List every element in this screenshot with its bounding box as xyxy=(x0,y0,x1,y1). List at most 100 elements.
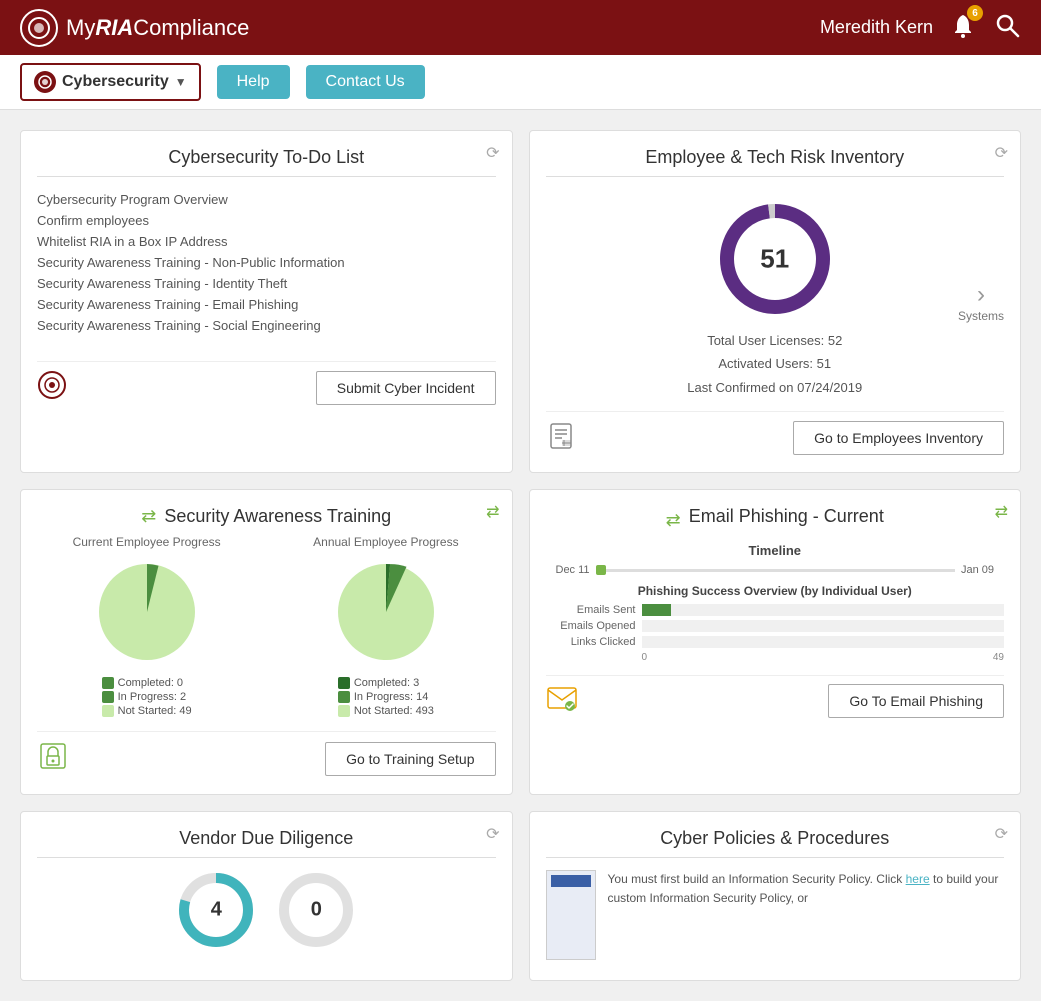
sat-refresh-icon[interactable]: ⇄ xyxy=(486,502,499,522)
sat-card: ⇄ ⇄ Security Awareness Training Current … xyxy=(20,489,513,795)
emails-opened-track xyxy=(642,620,1005,632)
phishing-card-title: Email Phishing - Current xyxy=(689,506,884,527)
x-axis-min: 0 xyxy=(642,652,648,663)
list-item[interactable]: Whitelist RIA in a Box IP Address xyxy=(37,231,496,252)
vendor-refresh-icon[interactable]: ⟳ xyxy=(486,824,499,844)
vendor-donut-2-value: 0 xyxy=(311,899,322,922)
policies-document-preview xyxy=(546,870,596,960)
policies-text: You must first build an Information Secu… xyxy=(608,870,1005,908)
phishing-title-row: ⇄ Email Phishing - Current xyxy=(546,506,1005,535)
vendor-card-title: Vendor Due Diligence xyxy=(37,828,496,858)
emails-opened-label: Emails Opened xyxy=(546,620,636,632)
policies-card-title: Cyber Policies & Procedures xyxy=(546,828,1005,858)
policies-card: Cyber Policies & Procedures ⟳ You must f… xyxy=(529,811,1022,981)
cybersecurity-nav[interactable]: Cybersecurity ▼ xyxy=(20,63,201,101)
timeline-marker xyxy=(596,565,606,575)
sat-current-pie xyxy=(92,557,202,667)
phishing-refresh-icon[interactable]: ⇄ xyxy=(995,502,1008,522)
sat-current-col: Current Employee Progress Completed: 0 I… xyxy=(37,535,256,719)
vendor-donut-2: 0 xyxy=(276,870,356,950)
risk-donut-value: 51 xyxy=(760,244,789,275)
chevron-down-icon: ▼ xyxy=(175,75,187,89)
main-content: Cybersecurity To-Do List ⟳ Cybersecurity… xyxy=(0,110,1041,1001)
vendor-donut-1-value: 4 xyxy=(211,899,222,922)
inventory-icon xyxy=(546,420,576,456)
sat-body: Current Employee Progress Completed: 0 I… xyxy=(37,535,496,719)
header-left: MyRIACompliance xyxy=(20,9,249,47)
sat-title-row: ⇄ Security Awareness Training xyxy=(37,506,496,527)
timeline-bar: Dec 11 Jan 09 xyxy=(546,564,1005,576)
timeline-track xyxy=(596,569,955,572)
policies-card-body: You must first build an Information Secu… xyxy=(546,870,1005,964)
go-to-employees-inventory-button[interactable]: Go to Employees Inventory xyxy=(793,421,1004,455)
emails-opened-row: Emails Opened xyxy=(546,620,1005,632)
phishing-card: ⇄ ⇄ Email Phishing - Current Timeline De… xyxy=(529,489,1022,795)
notifications-bell[interactable]: 6 xyxy=(949,11,977,44)
cyber-shield-icon xyxy=(37,370,67,406)
contact-button[interactable]: Contact Us xyxy=(306,65,425,99)
logo-icon xyxy=(20,9,58,47)
app-logo-text: MyRIACompliance xyxy=(66,15,249,41)
todo-card-title: Cybersecurity To-Do List xyxy=(37,147,496,177)
risk-refresh-icon[interactable]: ⟳ xyxy=(995,143,1008,163)
phishing-email-icon xyxy=(546,684,578,718)
vendor-donut-1: 4 xyxy=(176,870,256,950)
links-clicked-row: Links Clicked xyxy=(546,636,1005,648)
go-to-training-setup-button[interactable]: Go to Training Setup xyxy=(325,742,495,776)
sat-current-label: Current Employee Progress xyxy=(73,535,221,549)
help-button[interactable]: Help xyxy=(217,65,290,99)
todo-card: Cybersecurity To-Do List ⟳ Cybersecurity… xyxy=(20,130,513,473)
risk-card: Employee & Tech Risk Inventory ⟳ 51 Tota… xyxy=(529,130,1022,473)
sat-card-footer: Go to Training Setup xyxy=(37,731,496,778)
policies-link[interactable]: here xyxy=(906,872,930,886)
sat-sync-icon: ⇄ xyxy=(141,506,156,527)
vendor-donuts: 4 0 xyxy=(37,870,496,950)
links-clicked-label: Links Clicked xyxy=(546,636,636,648)
risk-card-footer: Go to Employees Inventory xyxy=(546,411,1005,456)
sat-annual-col: Annual Employee Progress Completed: 3 In… xyxy=(276,535,495,719)
systems-arrow[interactable]: › Systems xyxy=(958,281,1004,323)
notification-count: 6 xyxy=(967,5,983,21)
phishing-card-footer: Go To Email Phishing xyxy=(546,675,1005,718)
phishing-overview-title: Phishing Success Overview (by Individual… xyxy=(546,584,1005,598)
x-axis-max: 49 xyxy=(993,652,1004,663)
search-icon[interactable] xyxy=(993,11,1021,44)
cybersecurity-nav-label: Cybersecurity xyxy=(62,73,169,91)
risk-card-title: Employee & Tech Risk Inventory xyxy=(546,147,1005,177)
sat-annual-pie xyxy=(331,557,441,667)
policies-refresh-icon[interactable]: ⟳ xyxy=(995,824,1008,844)
sat-annual-label: Annual Employee Progress xyxy=(313,535,458,549)
header-right: Meredith Kern 6 xyxy=(820,11,1021,44)
header: MyRIACompliance Meredith Kern 6 xyxy=(0,0,1041,55)
todo-list: Cybersecurity Program Overview Confirm e… xyxy=(37,189,496,349)
list-item[interactable]: Security Awareness Training - Social Eng… xyxy=(37,315,496,336)
list-item[interactable]: Security Awareness Training - Identity T… xyxy=(37,273,496,294)
todo-refresh-icon[interactable]: ⟳ xyxy=(486,143,499,163)
training-lock-icon xyxy=(37,740,69,778)
submit-cyber-incident-button[interactable]: Submit Cyber Incident xyxy=(316,371,496,405)
policies-content: You must first build an Information Secu… xyxy=(546,870,1005,964)
list-item[interactable]: Cybersecurity Program Overview xyxy=(37,189,496,210)
phishing-sync-icon: ⇄ xyxy=(666,510,681,531)
user-name: Meredith Kern xyxy=(820,17,933,38)
timeline-end: Jan 09 xyxy=(961,564,994,576)
sat-annual-legend: Completed: 3 In Progress: 14 Not Started… xyxy=(338,675,434,719)
links-clicked-track xyxy=(642,636,1005,648)
navbar: Cybersecurity ▼ Help Contact Us xyxy=(0,55,1041,110)
list-item[interactable]: Confirm employees xyxy=(37,210,496,231)
sat-current-legend: Completed: 0 In Progress: 2 Not Started:… xyxy=(102,675,192,719)
phishing-x-axis: 0 49 xyxy=(642,652,1005,663)
list-item[interactable]: Security Awareness Training - Non-Public… xyxy=(37,252,496,273)
phishing-bars: Emails Sent Emails Opened Links Clicked … xyxy=(546,604,1005,663)
go-to-email-phishing-button[interactable]: Go To Email Phishing xyxy=(828,684,1004,718)
timeline-label: Timeline xyxy=(546,543,1005,558)
todo-card-footer: Submit Cyber Incident xyxy=(37,361,496,406)
risk-stats: Total User Licenses: 52 Activated Users:… xyxy=(687,329,862,399)
emails-sent-row: Emails Sent xyxy=(546,604,1005,616)
emails-sent-track xyxy=(642,604,1005,616)
cybersecurity-nav-icon xyxy=(34,71,56,93)
emails-sent-label: Emails Sent xyxy=(546,604,636,616)
vendor-card: Vendor Due Diligence ⟳ 4 0 xyxy=(20,811,513,981)
list-item[interactable]: Security Awareness Training - Email Phis… xyxy=(37,294,496,315)
timeline-start: Dec 11 xyxy=(556,564,590,576)
